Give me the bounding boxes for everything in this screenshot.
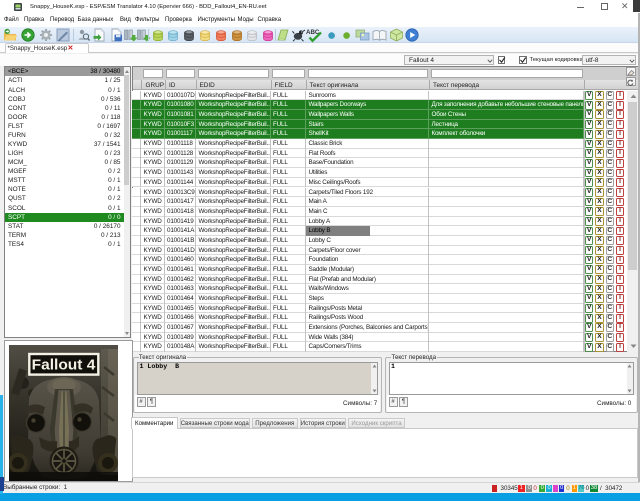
svg-text:Fallout 4: Fallout 4 bbox=[32, 357, 96, 374]
